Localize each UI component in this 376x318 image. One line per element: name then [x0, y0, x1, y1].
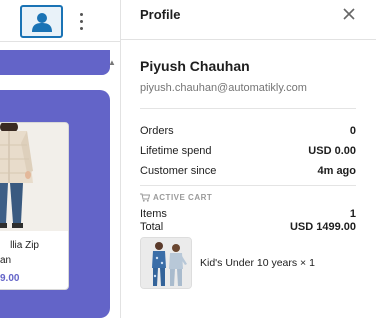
product-price: 9.00 [0, 273, 20, 284]
active-cart-heading-text: ACTIVE CART [153, 193, 213, 202]
cart-item-image [141, 238, 191, 288]
stat-orders: Orders 0 [140, 124, 356, 138]
panel-title: Profile [140, 7, 181, 22]
cart-total-value: USD 1499.00 [289, 221, 356, 233]
cart-total-row: Total USD 1499.00 [140, 220, 356, 234]
cart-total-label: Total [140, 221, 164, 233]
cart-items-label: Items [140, 208, 167, 220]
stat-value: 0 [349, 125, 356, 137]
cart-item-thumbnail[interactable] [140, 237, 192, 289]
cart-icon [140, 193, 150, 202]
background-band [0, 50, 110, 75]
cart-item-description: Kid's Under 10 years × 1 [200, 257, 315, 269]
panel-header: Profile [121, 0, 376, 40]
stat-value: USD 0.00 [308, 145, 356, 157]
background-page: ▲ llia Zip an 9.00 [0, 0, 120, 318]
divider [140, 185, 356, 186]
product-card[interactable]: llia Zip an 9.00 [0, 122, 69, 290]
close-button[interactable] [339, 4, 359, 24]
profile-panel: Profile Piyush Chauhan piyush.chauhan@au… [120, 0, 376, 318]
stat-label: Customer since [140, 165, 217, 177]
stat-customer-since: Customer since 4m ago [140, 164, 356, 178]
product-name[interactable]: llia Zip an [0, 238, 68, 268]
close-icon [343, 8, 355, 20]
account-button[interactable] [20, 5, 63, 38]
scroll-up-arrow-icon[interactable]: ▲ [108, 58, 116, 67]
stat-label: Lifetime spend [140, 145, 212, 157]
product-image[interactable] [0, 123, 68, 231]
product-name-line-1: llia Zip [10, 240, 39, 251]
divider [140, 108, 356, 109]
cart-items-row: Items 1 [140, 207, 356, 221]
jacket-model-image [0, 123, 68, 231]
product-name-line-2: an [0, 255, 12, 266]
kebab-menu-icon[interactable] [76, 8, 86, 34]
customer-email: piyush.chauhan@automatikly.com [140, 82, 307, 94]
stat-label: Orders [140, 125, 174, 137]
user-icon [31, 12, 52, 32]
customer-name: Piyush Chauhan [140, 58, 250, 74]
stat-lifetime-spend: Lifetime spend USD 0.00 [140, 144, 356, 158]
active-cart-heading: ACTIVE CART [140, 193, 212, 202]
cart-items-value: 1 [349, 208, 356, 220]
top-bar [0, 0, 120, 42]
stat-value: 4m ago [317, 165, 356, 177]
